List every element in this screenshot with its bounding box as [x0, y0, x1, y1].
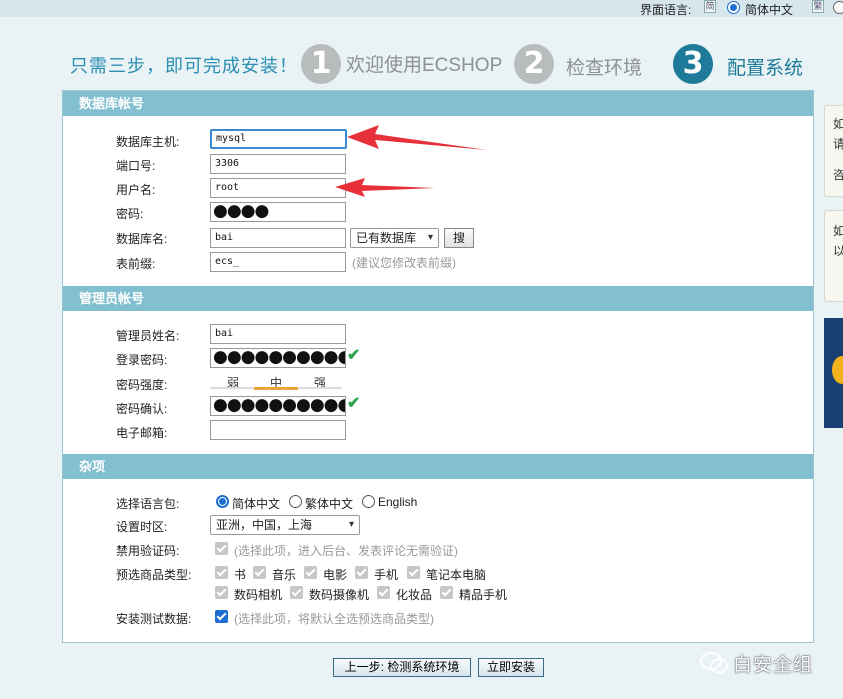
goods-type-option[interactable]: 手机 [374, 566, 398, 583]
admin-name-input[interactable]: bai [210, 324, 346, 344]
db-prefix-hint: (建议您修改表前缀) [352, 256, 456, 270]
step-3-label: 配置系统 [727, 58, 804, 79]
langpack-option-tc[interactable]: 繁体中文 [305, 495, 353, 512]
langpack-radio-sc[interactable] [216, 495, 229, 508]
timezone-label: 设置时区: [116, 520, 168, 534]
goods-type-checkbox[interactable] [290, 586, 303, 599]
goods-type-option[interactable]: 化妆品 [396, 586, 432, 603]
db-password-label: 密码: [116, 207, 144, 221]
langpack-option-sc[interactable]: 简体中文 [232, 495, 280, 512]
flag-icon: 简 [704, 0, 716, 13]
prev-step-button[interactable]: 上一步: 检测系统环境 [333, 658, 471, 677]
side-card-text: 咨 [833, 168, 843, 182]
step-2-label: 检查环境 [566, 58, 643, 79]
chevron-down-icon-2: ▾ [348, 519, 354, 530]
strength-label: 密码强度: [116, 378, 168, 392]
db-port-label: 端口号: [116, 159, 156, 173]
step-3-number: 3 [673, 44, 713, 84]
language-bar: 界面语言: 简 简体中文 繁 [0, 0, 843, 17]
goods-type-checkbox[interactable] [253, 566, 266, 579]
existing-db-select[interactable]: 已有数据库 ▾ [350, 228, 439, 248]
section-database-header: 数据库帐号 [63, 91, 813, 116]
goods-type-checkbox[interactable] [304, 566, 317, 579]
admin-email-label: 电子邮箱: [116, 426, 168, 440]
side-info-card: 如 以 [824, 210, 843, 302]
admin-email-input[interactable] [210, 420, 346, 440]
side-banner[interactable] [824, 318, 843, 428]
db-user-input[interactable]: root [210, 178, 346, 198]
goods-type-checkbox[interactable] [215, 566, 228, 579]
valid-check-icon-2: ✔ [347, 395, 361, 412]
captcha-label: 禁用验证码: [116, 544, 180, 558]
side-card-text: 如 [833, 224, 843, 238]
test-data-checkbox[interactable] [215, 610, 228, 623]
step-1-label: 欢迎使用ECSHOP [346, 55, 503, 76]
config-form: 数据库帐号 数据库主机: mysql 端口号: 3306 用户名: root 密… [62, 90, 814, 643]
goods-type-option[interactable]: 数码相机 [234, 586, 282, 603]
side-card-text: 如 [833, 117, 843, 131]
db-host-input[interactable]: mysql [210, 129, 347, 149]
goods-type-option[interactable]: 数码摄像机 [309, 586, 369, 603]
valid-check-icon: ✔ [347, 347, 361, 364]
goods-type-label: 预选商品类型: [116, 568, 192, 582]
side-help-card: 如 请 咨 [824, 105, 843, 197]
step-1-number: 1 [301, 44, 341, 84]
section-misc-header: 杂项 [63, 454, 813, 479]
admin-password-input[interactable]: ●●●●●●●●●●●● [210, 348, 346, 368]
step-2-number: 2 [514, 44, 554, 84]
db-port-input[interactable]: 3306 [210, 154, 346, 174]
langpack-label: 选择语言包: [116, 497, 180, 511]
side-card-text: 以 [833, 244, 843, 258]
goods-type-option[interactable]: 电影 [323, 566, 347, 583]
test-data-label: 安装测试数据: [116, 612, 192, 626]
db-name-input[interactable]: bai [210, 228, 346, 248]
goods-type-checkbox[interactable] [355, 566, 368, 579]
install-now-button[interactable]: 立即安装 [478, 658, 544, 677]
language-radio[interactable] [833, 1, 843, 14]
section-admin-header: 管理员帐号 [63, 286, 813, 311]
db-prefix-input[interactable]: ecs_ [210, 252, 346, 272]
side-card-text: 请 [833, 137, 843, 151]
timezone-select[interactable]: 亚洲，中国，上海 ▾ [210, 515, 360, 535]
admin-password-label: 登录密码: [116, 353, 168, 367]
goods-type-option[interactable]: 音乐 [272, 566, 296, 583]
slogan: 只需三步，即可完成安装！ [70, 56, 298, 76]
admin-confirm-label: 密码确认: [116, 402, 168, 416]
db-prefix-label: 表前缀: [116, 257, 156, 271]
wechat-icon [700, 652, 728, 674]
watermark-text: 白安全组 [733, 655, 814, 676]
flag-icon-2: 繁 [812, 0, 824, 13]
language-radio-selected[interactable] [727, 1, 740, 14]
search-db-button[interactable]: 搜 [444, 228, 474, 248]
language-label: 界面语言: [640, 3, 692, 17]
goods-type-checkbox[interactable] [215, 586, 228, 599]
chevron-down-icon: ▾ [427, 232, 433, 243]
langpack-radio-en[interactable] [362, 495, 375, 508]
langpack-radio-tc[interactable] [289, 495, 302, 508]
goods-type-checkbox[interactable] [377, 586, 390, 599]
strength-indicator [254, 387, 298, 390]
language-option[interactable]: 简体中文 [745, 1, 793, 18]
admin-name-label: 管理员姓名: [116, 329, 180, 343]
goods-type-option[interactable]: 笔记本电脑 [426, 566, 486, 583]
admin-confirm-input[interactable]: ●●●●●●●●●●●● [210, 396, 346, 416]
timezone-select-value: 亚洲，中国，上海 [216, 518, 313, 532]
langpack-option-en[interactable]: English [378, 495, 417, 509]
captcha-hint: (选择此项，进入后台、发表评论无需验证) [234, 544, 458, 558]
db-password-input[interactable]: ●●●● [210, 202, 346, 222]
test-data-hint: (选择此项，将默认全选预选商品类型) [234, 612, 434, 626]
existing-db-select-value: 已有数据库 [356, 231, 417, 245]
db-name-label: 数据库名: [116, 232, 168, 246]
captcha-checkbox[interactable] [215, 542, 228, 555]
goods-type-checkbox[interactable] [440, 586, 453, 599]
db-user-label: 用户名: [116, 183, 156, 197]
goods-type-option[interactable]: 精品手机 [459, 586, 507, 603]
goods-type-checkbox[interactable] [407, 566, 420, 579]
db-host-label: 数据库主机: [116, 135, 180, 149]
goods-type-option[interactable]: 书 [234, 566, 246, 583]
gear-icon [832, 356, 843, 384]
